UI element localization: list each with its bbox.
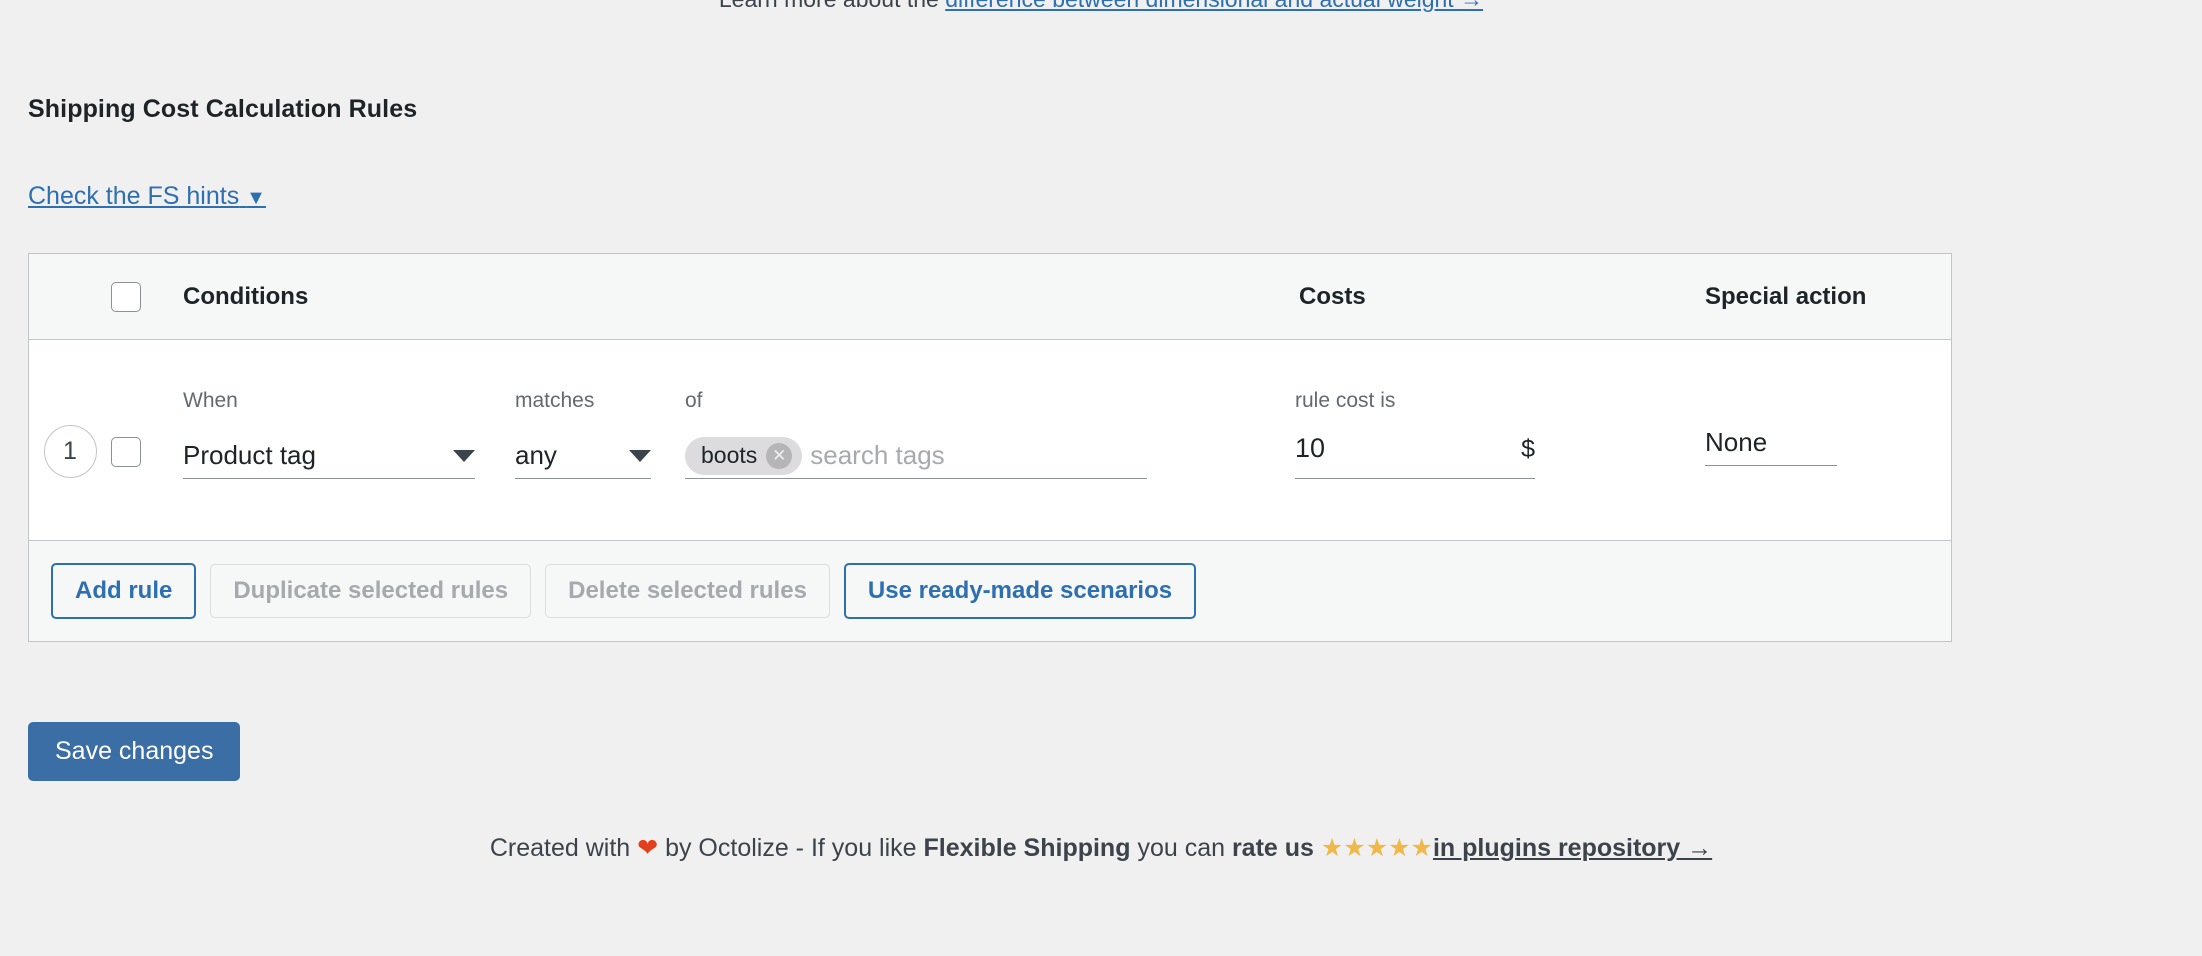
special-action-value: None xyxy=(1705,427,1768,457)
chevron-down-icon xyxy=(629,449,651,462)
tag-chip: boots ✕ xyxy=(685,436,803,475)
footer-you-can: you can xyxy=(1137,834,1225,862)
matches-select[interactable]: any xyxy=(515,433,651,479)
rule-checkbox-cell xyxy=(111,390,179,467)
select-all-checkbox[interactable] xyxy=(111,281,141,312)
footer-by-octolize: by Octolize - If you like xyxy=(665,834,917,862)
footer-product-name: Flexible Shipping xyxy=(923,834,1131,862)
rule-cost-label: rule cost is xyxy=(1295,389,1396,412)
page-title: Shipping Cost Calculation Rules xyxy=(28,95,418,123)
plugin-footer: Created with ❤ by Octolize - If you like… xyxy=(0,833,2202,863)
fs-hints-label: Check the FS hints xyxy=(28,182,240,210)
rule-number-cell: 1 xyxy=(29,390,111,478)
chevron-down-icon xyxy=(453,449,475,462)
footer-rate-us: rate us xyxy=(1231,834,1314,862)
shipping-rules-table: Conditions Costs Special action 1 When P… xyxy=(28,253,1952,642)
rule-cost-field[interactable]: 10 $ xyxy=(1295,433,1535,479)
matches-label: matches xyxy=(515,389,595,412)
rule-conditions-cell: When Product tag matches any of boots ✕ … xyxy=(179,390,1291,479)
when-label: When xyxy=(183,389,238,412)
table-row: 1 When Product tag matches any of boots … xyxy=(29,340,1951,541)
currency-symbol: $ xyxy=(1521,435,1535,463)
rule-number-badge: 1 xyxy=(43,425,97,478)
rule-cost-cell: rule cost is 10 $ xyxy=(1291,390,1651,479)
dimensional-weight-notice: Learn more about the difference between … xyxy=(0,0,2202,13)
footer-created-with: Created with xyxy=(489,834,631,862)
of-label: of xyxy=(685,389,703,412)
save-changes-button[interactable]: Save changes xyxy=(28,722,241,781)
rule-cost-input[interactable]: 10 xyxy=(1295,433,1325,464)
condition-type-select[interactable]: Product tag xyxy=(183,433,475,479)
plugins-repository-link[interactable]: in plugins repository → xyxy=(1433,834,1712,862)
of-field: of boots ✕ search tags xyxy=(685,390,1147,479)
use-ready-made-scenarios-button[interactable]: Use ready-made scenarios xyxy=(843,563,1197,619)
heart-icon: ❤ xyxy=(637,834,659,862)
notice-text: Learn more about the xyxy=(719,0,945,12)
dimensional-weight-link[interactable]: difference between dimensional and actua… xyxy=(945,0,1483,12)
remove-tag-icon[interactable]: ✕ xyxy=(766,442,793,469)
star-rating-icon[interactable]: ★★★★★ xyxy=(1321,834,1433,862)
table-actions-bar: Add rule Duplicate selected rules Delete… xyxy=(29,541,1951,641)
header-special-action: Special action xyxy=(1705,282,1867,310)
rule-special-action-cell: None xyxy=(1651,390,1951,466)
tag-chip-label: boots xyxy=(701,442,758,468)
header-conditions: Conditions xyxy=(183,282,309,310)
tags-search-input[interactable]: search tags xyxy=(810,440,1147,471)
chevron-down-icon: ▼ xyxy=(246,187,266,209)
matches-field: matches any xyxy=(515,390,651,479)
special-action-select[interactable]: None xyxy=(1705,420,1837,466)
condition-type-value: Product tag xyxy=(183,440,316,470)
delete-selected-rules-button[interactable]: Delete selected rules xyxy=(545,564,830,618)
add-rule-button[interactable]: Add rule xyxy=(51,563,197,619)
duplicate-selected-rules-button[interactable]: Duplicate selected rules xyxy=(210,564,532,618)
header-checkbox-cell xyxy=(111,281,179,312)
table-header-row: Conditions Costs Special action xyxy=(29,254,1951,340)
check-fs-hints-link[interactable]: Check the FS hints ▼ xyxy=(28,182,266,211)
header-costs: Costs xyxy=(1299,282,1366,310)
tags-multiselect[interactable]: boots ✕ search tags xyxy=(685,433,1147,479)
when-field: When Product tag xyxy=(183,390,475,479)
rule-select-checkbox[interactable] xyxy=(111,437,141,467)
matches-value: any xyxy=(515,440,557,470)
